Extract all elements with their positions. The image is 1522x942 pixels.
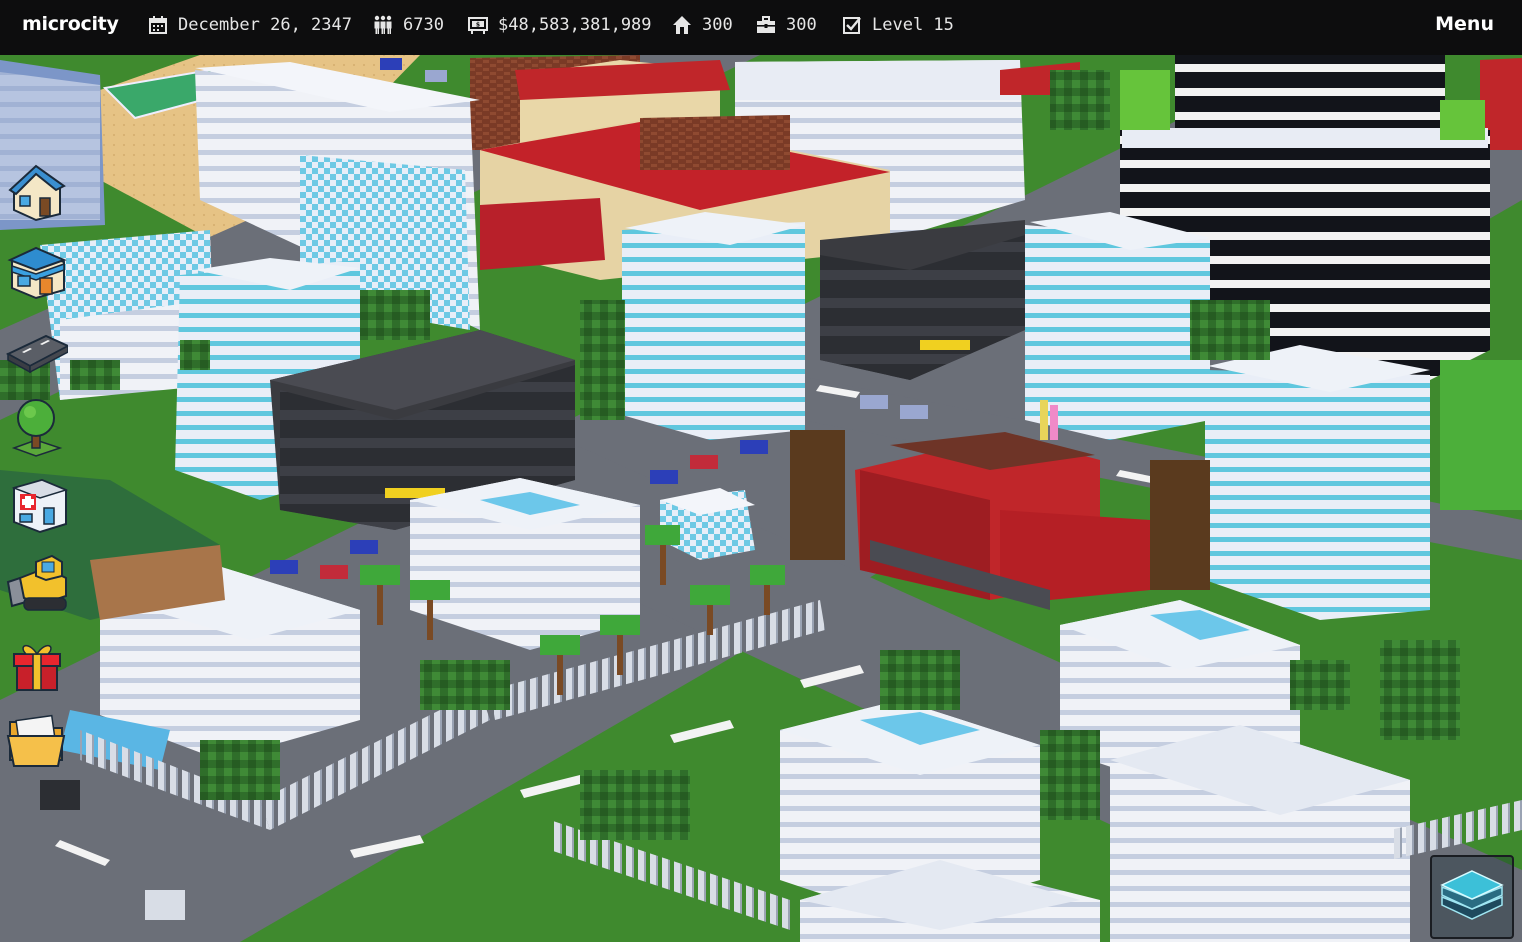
bulldozer-tool[interactable] xyxy=(6,552,68,614)
app-logo: microcity xyxy=(22,13,119,35)
jobs-stat: 300 xyxy=(756,14,817,36)
residential-tool[interactable] xyxy=(6,162,68,224)
hospital-icon xyxy=(11,478,69,534)
money-icon: $ xyxy=(468,17,488,34)
residential-value: 300 xyxy=(702,15,733,35)
level-value: Level 15 xyxy=(872,15,954,35)
population-value: 6730 xyxy=(403,15,444,35)
hospital-tool[interactable] xyxy=(6,474,69,536)
gift-icon xyxy=(13,644,61,691)
files-tool[interactable] xyxy=(6,708,68,770)
tree-tool[interactable] xyxy=(6,396,68,458)
top-bar: microcity December 26, 2347 6730 $ $48,5… xyxy=(0,0,1522,55)
date-stat: December 26, 2347 xyxy=(148,14,352,36)
briefcase-icon xyxy=(757,16,775,33)
commercial-tool[interactable] xyxy=(6,240,68,302)
jobs-value: 300 xyxy=(786,15,817,35)
road-tool[interactable] xyxy=(5,322,71,384)
menu-button[interactable]: Menu xyxy=(1435,13,1494,35)
people-icon xyxy=(374,15,392,34)
bulldozer-icon xyxy=(6,554,67,611)
road-icon xyxy=(5,334,71,374)
population-stat: 6730 xyxy=(373,14,444,36)
tree-icon xyxy=(11,399,63,457)
layers-icon xyxy=(1440,870,1504,920)
checkbox-icon xyxy=(843,17,861,34)
date-value: December 26, 2347 xyxy=(178,15,352,35)
shop-icon xyxy=(7,246,67,300)
house-icon xyxy=(8,164,66,222)
city-viewport[interactable] xyxy=(0,55,1522,942)
residential-stat: 300 xyxy=(672,14,733,36)
house-icon xyxy=(673,16,691,34)
layers-button[interactable] xyxy=(1430,855,1514,939)
folder-icon xyxy=(6,714,66,767)
money-stat: $ $48,583,381,989 xyxy=(468,14,652,36)
svg-text:$: $ xyxy=(476,22,480,29)
gift-tool[interactable] xyxy=(6,632,68,694)
calendar-icon xyxy=(149,16,167,34)
level-stat: Level 15 xyxy=(842,14,954,36)
money-value: $48,583,381,989 xyxy=(498,15,652,35)
